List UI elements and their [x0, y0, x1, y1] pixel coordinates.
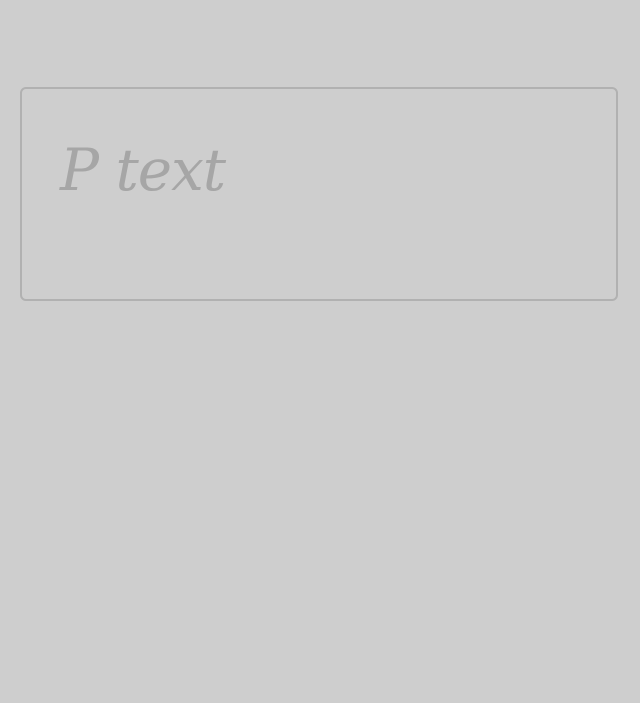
page: P text	[0, 0, 640, 703]
text-box: P text	[20, 87, 618, 301]
box-text: P text	[60, 136, 226, 204]
